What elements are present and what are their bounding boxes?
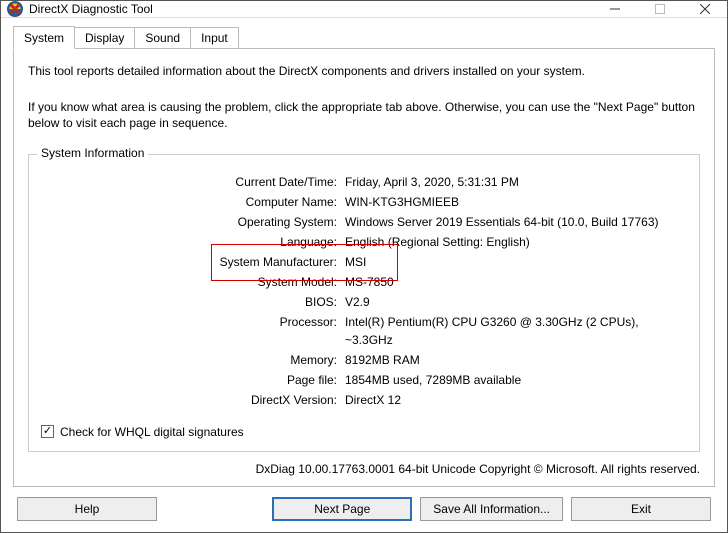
value-computer-name: WIN-KTG3HGMIEEB	[341, 193, 687, 211]
whql-checkbox-row: ✓ Check for WHQL digital signatures	[41, 425, 687, 439]
exit-button[interactable]: Exit	[571, 497, 711, 521]
buttonbar-spacer	[165, 497, 264, 521]
window-title: DirectX Diagnostic Tool	[29, 2, 592, 16]
row-computer-name: Computer Name: WIN-KTG3HGMIEEB	[41, 193, 687, 211]
button-bar: Help Next Page Save All Information... E…	[13, 487, 715, 523]
value-model: MS-7850	[341, 273, 687, 291]
label-processor: Processor:	[41, 313, 341, 349]
value-bios: V2.9	[341, 293, 687, 311]
minimize-button[interactable]	[592, 1, 637, 17]
label-language: Language:	[41, 233, 341, 251]
close-button[interactable]	[682, 1, 727, 17]
intro-text-1: This tool reports detailed information a…	[28, 63, 700, 79]
tabstrip: System Display Sound Input	[13, 26, 715, 48]
label-computer-name: Computer Name:	[41, 193, 341, 211]
value-pagefile: 1854MB used, 7289MB available	[341, 371, 687, 389]
label-bios: BIOS:	[41, 293, 341, 311]
label-manufacturer: System Manufacturer:	[41, 253, 341, 271]
label-date: Current Date/Time:	[41, 173, 341, 191]
row-bios: BIOS: V2.9	[41, 293, 687, 311]
titlebar: DirectX Diagnostic Tool	[1, 1, 727, 18]
tab-sound[interactable]: Sound	[134, 27, 191, 48]
row-date: Current Date/Time: Friday, April 3, 2020…	[41, 173, 687, 191]
label-memory: Memory:	[41, 351, 341, 369]
next-page-button[interactable]: Next Page	[272, 497, 412, 521]
row-os: Operating System: Windows Server 2019 Es…	[41, 213, 687, 231]
row-model: System Model: MS-7850	[41, 273, 687, 291]
tab-display[interactable]: Display	[74, 27, 135, 48]
window-frame: DirectX Diagnostic Tool System Display S…	[0, 0, 728, 533]
label-os: Operating System:	[41, 213, 341, 231]
row-pagefile: Page file: 1854MB used, 7289MB available	[41, 371, 687, 389]
help-button[interactable]: Help	[17, 497, 157, 521]
row-directx-version: DirectX Version: DirectX 12	[41, 391, 687, 409]
system-information-group: System Information Current Date/Time: Fr…	[28, 154, 700, 452]
row-language: Language: English (Regional Setting: Eng…	[41, 233, 687, 251]
tab-system[interactable]: System	[13, 26, 75, 49]
value-directx-version: DirectX 12	[341, 391, 687, 409]
whql-checkbox[interactable]: ✓	[41, 425, 54, 438]
window-controls	[592, 1, 727, 17]
label-model: System Model:	[41, 273, 341, 291]
content-area: System Display Sound Input This tool rep…	[1, 18, 727, 533]
row-processor: Processor: Intel(R) Pentium(R) CPU G3260…	[41, 313, 687, 349]
tab-input[interactable]: Input	[190, 27, 239, 48]
value-memory: 8192MB RAM	[341, 351, 687, 369]
value-os: Windows Server 2019 Essentials 64-bit (1…	[341, 213, 687, 231]
footer-text: DxDiag 10.00.17763.0001 64-bit Unicode C…	[28, 462, 700, 476]
info-rows: Current Date/Time: Friday, April 3, 2020…	[41, 173, 687, 409]
row-memory: Memory: 8192MB RAM	[41, 351, 687, 369]
row-manufacturer: System Manufacturer: MSI	[41, 253, 687, 271]
maximize-button	[637, 1, 682, 17]
label-directx-version: DirectX Version:	[41, 391, 341, 409]
intro-text-2: If you know what area is causing the pro…	[28, 99, 700, 131]
value-processor: Intel(R) Pentium(R) CPU G3260 @ 3.30GHz …	[341, 313, 687, 349]
group-legend: System Information	[37, 146, 148, 160]
value-manufacturer: MSI	[341, 253, 687, 271]
value-language: English (Regional Setting: English)	[341, 233, 687, 251]
value-date: Friday, April 3, 2020, 5:31:31 PM	[341, 173, 687, 191]
app-icon	[7, 1, 23, 17]
label-pagefile: Page file:	[41, 371, 341, 389]
whql-checkbox-label: Check for WHQL digital signatures	[60, 425, 244, 439]
tab-panel-system: This tool reports detailed information a…	[13, 48, 715, 487]
save-all-button[interactable]: Save All Information...	[420, 497, 563, 521]
